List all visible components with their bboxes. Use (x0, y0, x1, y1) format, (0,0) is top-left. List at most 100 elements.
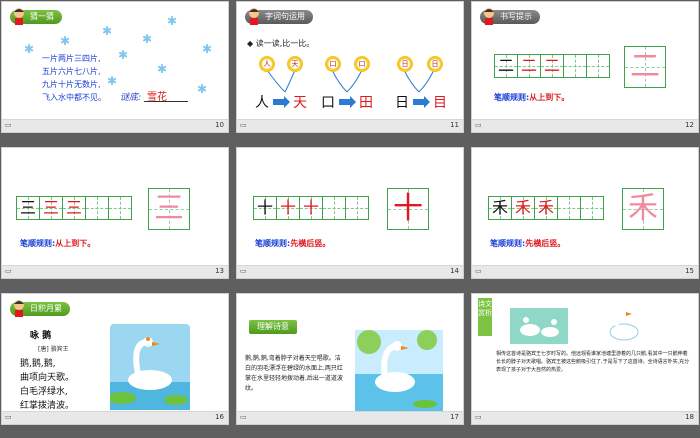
poem-title: 咏 鹅 (30, 331, 52, 341)
slide-icon: ▭ (5, 267, 12, 275)
rule-value: 从上到下。 (55, 239, 96, 248)
char-bubble: 口 (354, 56, 370, 72)
star-icon: ✱ (157, 62, 168, 76)
goose-icon (609, 310, 639, 341)
grid-cell: 禾 (489, 197, 512, 219)
grid-cell (581, 197, 603, 219)
model-char: 二 (630, 49, 660, 84)
grid-cell (323, 197, 346, 219)
tab-label: 猜一猜 (30, 12, 54, 21)
slide-footer: ▭ 14 (237, 265, 463, 278)
char-bubble: 天 (287, 56, 303, 72)
writing-grid: 三 三 三 (16, 196, 132, 220)
grid-cell: 三 (40, 197, 63, 219)
slide-tab: 日积月累 (10, 300, 70, 317)
grid-cell: 三 (63, 197, 86, 219)
riddle-line: 五片六片七八片, (42, 67, 101, 76)
char-to: 天 (293, 95, 307, 111)
kid-icon (484, 8, 494, 25)
slide-footer: ▭ 16 (2, 411, 228, 424)
slide-number: 18 (685, 413, 694, 421)
goose-illustration (110, 324, 190, 410)
appreciation-text: 相传这首诗是骆宾王七岁时写的。他远观看谁家池塘里游着的几只鹅,看其中一只鹅伸着长… (496, 351, 690, 373)
slide-footer: ▭ 12 (472, 119, 698, 132)
slide-icon: ▭ (475, 413, 482, 421)
grid-cell (86, 197, 109, 219)
star-icon: ✱ (60, 34, 71, 48)
writing-grid: 二 二 二 (494, 54, 610, 78)
grid-char: 三 (42, 198, 59, 217)
slide-14[interactable]: 十 十 十 十 笔顺规则:先横后竖。 ▭ 14 (237, 148, 463, 278)
char-to: 田 (359, 95, 373, 111)
model-char: 禾 (628, 191, 658, 226)
grid-char: 十 (279, 198, 296, 217)
slide-icon: ▭ (240, 267, 247, 275)
slide-footer: ▭ 17 (237, 411, 463, 424)
poem-line: 曲项向天歌。 (20, 373, 75, 383)
slide-footer: ▭ 18 (472, 411, 698, 424)
char-from: 人 (255, 95, 269, 111)
slide-icon: ▭ (5, 121, 12, 129)
slide-tab: 理解诗意 (249, 320, 297, 334)
slide-number: 12 (685, 121, 694, 129)
char-to: 目 (433, 95, 447, 111)
slide-tag: 诗文赏析 (478, 298, 492, 336)
explanation-text: 鹅,鹅,鹅,弯着脖子对着天空唱歌。洁白的羽毛漂浮在碧绿的水面上,两只红掌在水里轻… (245, 355, 343, 392)
rule-label: 笔顺规则: (20, 239, 56, 248)
kid-icon (14, 300, 24, 317)
writing-grid: 十 十 十 (253, 196, 369, 220)
riddle-line: 飞入水中都不见。 (42, 93, 106, 102)
slide-10[interactable]: 猜一猜 ✱ ✱ ✱ ✱ ✱ ✱ ✱ ✱ ✱ ✱ 一片两片三四片, 五片六片七八片… (2, 2, 228, 132)
arrow-icon (413, 96, 430, 108)
slide-footer: ▭ 11 (237, 119, 463, 132)
grid-char: 禾 (537, 198, 554, 217)
slide-16[interactable]: 日积月累 咏 鹅 [唐] 骆宾王 鹅,鹅,鹅, 曲项向天歌。 白毛浮绿水, 红掌… (2, 294, 228, 424)
stroke-rule: 笔顺规则:先横后竖。 (255, 238, 330, 249)
slide-number: 15 (685, 267, 694, 275)
slide-12[interactable]: 书写提示 二 二 二 二 笔顺规则:从上到下。 ▭ 12 (472, 2, 698, 132)
star-icon: ✱ (107, 74, 118, 88)
slide-18[interactable]: 诗文赏析 相传这首诗是骆宾王七岁时写的。他远观看谁家池塘里游着的几只鹅,看其中一… (472, 294, 698, 424)
slide-15[interactable]: 禾 禾 禾 禾 笔顺规则:先横后竖。 ▭ 15 (472, 148, 698, 278)
slide-13[interactable]: 三 三 三 三 笔顺规则:从上到下。 ▭ 13 (2, 148, 228, 278)
model-char-box: 禾 (622, 188, 664, 230)
star-icon: ✱ (202, 42, 213, 56)
slide-number: 16 (215, 413, 224, 421)
slide-footer: ▭ 13 (2, 265, 228, 278)
slide-icon: ▭ (240, 413, 247, 421)
riddle-line: 九片十片无数片, (42, 80, 101, 89)
riddle-text: 一片两片三四片, 五片六片七八片, 九片十片无数片, 飞入水中都不见。 (42, 52, 106, 104)
slide-footer: ▭ 10 (2, 119, 228, 132)
poem-line: 鹅,鹅,鹅, (20, 359, 56, 369)
rule-label: 笔顺规则: (490, 239, 526, 248)
grid-char: 三 (19, 198, 36, 217)
rule-label: 笔顺规则: (255, 239, 291, 248)
grid-cell: 十 (254, 197, 277, 219)
slide-tab: 猜一猜 (10, 8, 62, 25)
grid-cell: 十 (277, 197, 300, 219)
slide-icon: ▭ (5, 413, 12, 421)
answer-underline (144, 101, 188, 102)
geese-photo (510, 308, 568, 344)
slide-icon: ▭ (475, 121, 482, 129)
rule-label: 笔顺规则: (494, 93, 530, 102)
slide-number: 14 (450, 267, 459, 275)
char-from: 日 (395, 95, 409, 111)
poem-line: 红掌拨清波。 (20, 401, 75, 411)
slide-11[interactable]: 字词句运用 ◆ 读一读,比一比。 人 天 口 口 日 日 人 天 口 田 日 目… (237, 2, 463, 132)
slide-icon: ▭ (475, 267, 482, 275)
char-bubble: 日 (427, 56, 443, 72)
slide-17[interactable]: 理解诗意 鹅,鹅,鹅,弯着脖子对着天空唱歌。洁白的羽毛漂浮在碧绿的水面上,两只红… (237, 294, 463, 424)
writing-grid: 禾 禾 禾 (488, 196, 604, 220)
char-bubble: 日 (397, 56, 413, 72)
grid-char: 二 (497, 56, 514, 75)
grid-char: 三 (65, 198, 82, 217)
char-from: 口 (321, 95, 335, 111)
grid-char: 禾 (514, 198, 531, 217)
grid-cell (558, 197, 581, 219)
grid-cell (109, 197, 131, 219)
riddle-line: 一片两片三四片, (42, 54, 101, 63)
model-char-box: 二 (624, 46, 666, 88)
goose-illustration (355, 330, 443, 412)
stroke-rule: 笔顺规则:从上到下。 (20, 238, 95, 249)
